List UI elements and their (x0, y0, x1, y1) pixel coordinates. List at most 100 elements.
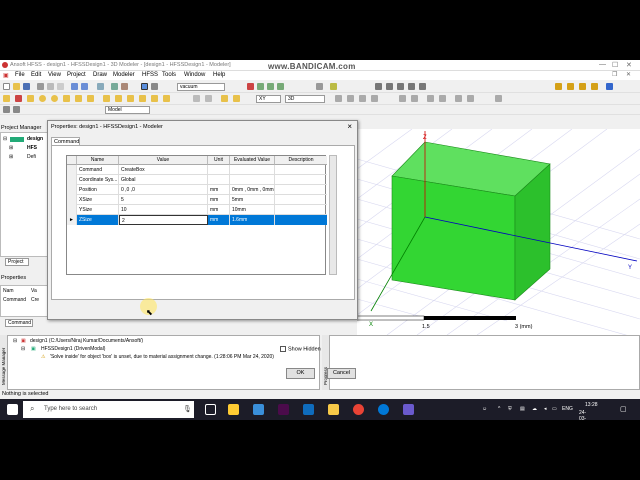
notifications-icon[interactable]: ▢ (620, 405, 627, 413)
cell-value[interactable]: CreateBox (119, 165, 208, 175)
expand-icon[interactable]: ⊟ (21, 346, 25, 352)
material-combo[interactable]: vacuum (177, 83, 225, 91)
tree-item-defi[interactable]: Defi (27, 154, 36, 160)
spline-icon[interactable] (267, 83, 274, 90)
undo-icon[interactable] (71, 83, 78, 90)
boolean-icon-2[interactable] (205, 95, 212, 102)
minimize-icon[interactable]: — (599, 61, 606, 68)
cell-value[interactable]: 0 ,0 ,0 (119, 185, 208, 195)
analysis-icon-3[interactable] (579, 83, 586, 90)
mdi-close-icon[interactable]: ✕ (626, 71, 631, 78)
chrome-icon[interactable] (353, 404, 364, 415)
cell-value[interactable]: 5 (119, 195, 208, 205)
draw-box-icon[interactable] (27, 95, 34, 102)
column-header-unit[interactable]: Unit (208, 156, 230, 165)
microphone-icon[interactable]: 🎙 (183, 405, 192, 413)
view-icon-2[interactable] (386, 83, 393, 90)
cell-value-editor[interactable]: 2 (119, 215, 208, 225)
menu-hfss[interactable]: HFSS (142, 72, 158, 78)
cell-value[interactable]: 10 (119, 205, 208, 215)
3d-viewport[interactable]: Z Y X 0 1.5 3 (mm) (357, 129, 640, 335)
cell-unit[interactable]: mm (208, 215, 230, 225)
premiere-icon[interactable] (278, 404, 289, 415)
view-icon-5[interactable] (419, 83, 426, 90)
expand-icon[interactable]: ⊞ (9, 145, 13, 151)
draw-icon-2[interactable] (15, 95, 22, 102)
table-scrollbar[interactable] (329, 155, 337, 275)
copy-icon[interactable] (47, 83, 54, 90)
table-row[interactable]: XSize 5 mm 5mm (67, 195, 327, 205)
table-row[interactable]: YSize 10 mm 10mm (67, 205, 327, 215)
hfss-taskbar-icon[interactable] (403, 404, 414, 415)
analysis-icon-5[interactable] (606, 83, 613, 90)
open-icon[interactable] (13, 83, 20, 90)
draw-region-icon[interactable] (139, 95, 146, 102)
snap-icon-6[interactable] (411, 95, 418, 102)
close-icon[interactable]: × (347, 122, 352, 131)
cell-value[interactable]: Global (119, 175, 208, 185)
tree-item-hfss[interactable]: HFS (27, 145, 37, 151)
battery-icon[interactable]: ▭ (552, 406, 557, 412)
analysis-icon-4[interactable] (591, 83, 598, 90)
outlook-icon[interactable] (303, 404, 314, 415)
expand-icon[interactable]: ⊞ (9, 154, 13, 160)
mode-combo[interactable]: 3D (285, 95, 325, 103)
snap-icon-5[interactable] (399, 95, 406, 102)
view-icon-3[interactable] (397, 83, 404, 90)
print-icon[interactable] (97, 83, 104, 90)
checkbox-box[interactable] (280, 346, 286, 352)
material-icon[interactable] (247, 83, 254, 90)
3d-scene[interactable]: Z Y X 0 1.5 3 (mm) (357, 129, 640, 335)
column-header-evaluated[interactable]: Evaluated Value (230, 156, 275, 165)
cell-unit[interactable]: mm (208, 185, 230, 195)
fit-icon[interactable] (316, 83, 323, 90)
cell-description[interactable] (275, 205, 327, 215)
snap-icon-3[interactable] (359, 95, 366, 102)
menu-edit[interactable]: Edit (31, 72, 41, 78)
windows-start-icon[interactable] (7, 404, 18, 415)
cell-description[interactable] (275, 195, 327, 205)
file-explorer-icon[interactable] (328, 404, 339, 415)
new-icon[interactable] (3, 83, 10, 90)
paste-icon[interactable] (57, 83, 64, 90)
view-icon-4[interactable] (408, 83, 415, 90)
taskbar-search[interactable]: ⌕ Type here to search 🎙 (23, 401, 194, 418)
cloud-icon[interactable]: ☁ (532, 406, 537, 412)
menu-draw[interactable]: Draw (93, 72, 107, 78)
draw-point-icon[interactable] (163, 95, 170, 102)
tab-project[interactable]: Project (5, 258, 29, 266)
cell-unit[interactable]: mm (208, 205, 230, 215)
zoom-icon[interactable] (330, 83, 337, 90)
volume-icon[interactable]: ◂ (544, 406, 547, 412)
column-header-description[interactable]: Description (275, 156, 327, 165)
draw-icon-1[interactable] (3, 95, 10, 102)
boolean-icon-1[interactable] (193, 95, 200, 102)
tray-chevron-icon[interactable]: ^ (498, 406, 500, 412)
snap-icon-9[interactable] (455, 95, 462, 102)
app-icon[interactable] (253, 404, 264, 415)
grid-icon[interactable] (233, 95, 240, 102)
table-row-selected[interactable]: ► ZSize 2 mm 1.6mm (67, 215, 327, 225)
green-box[interactable] (391, 141, 551, 301)
task-view-icon[interactable] (205, 404, 216, 415)
cell-unit[interactable] (208, 175, 230, 185)
pan-icon[interactable] (111, 83, 118, 90)
redo-icon[interactable] (81, 83, 88, 90)
table-row[interactable]: Command CreateBox (67, 165, 327, 175)
cell-unit[interactable] (208, 165, 230, 175)
security-icon[interactable]: ⛨ (508, 406, 512, 412)
menu-window[interactable]: Window (184, 72, 205, 78)
snap-icon-2[interactable] (347, 95, 354, 102)
snap-icon-11[interactable] (495, 95, 502, 102)
language-indicator[interactable]: ENG (562, 406, 573, 412)
snap-icon-4[interactable] (371, 95, 378, 102)
props-cell-value[interactable]: Cre (31, 297, 39, 303)
select-face-icon[interactable] (151, 83, 158, 90)
cell-description[interactable] (275, 165, 327, 175)
snap-icon-8[interactable] (439, 95, 446, 102)
snap-icon-1[interactable] (335, 95, 342, 102)
draw-torus-icon[interactable] (63, 95, 70, 102)
modeler-icon-2[interactable] (13, 106, 20, 113)
line-icon[interactable] (257, 83, 264, 90)
draw-cylinder-icon[interactable] (39, 95, 46, 102)
